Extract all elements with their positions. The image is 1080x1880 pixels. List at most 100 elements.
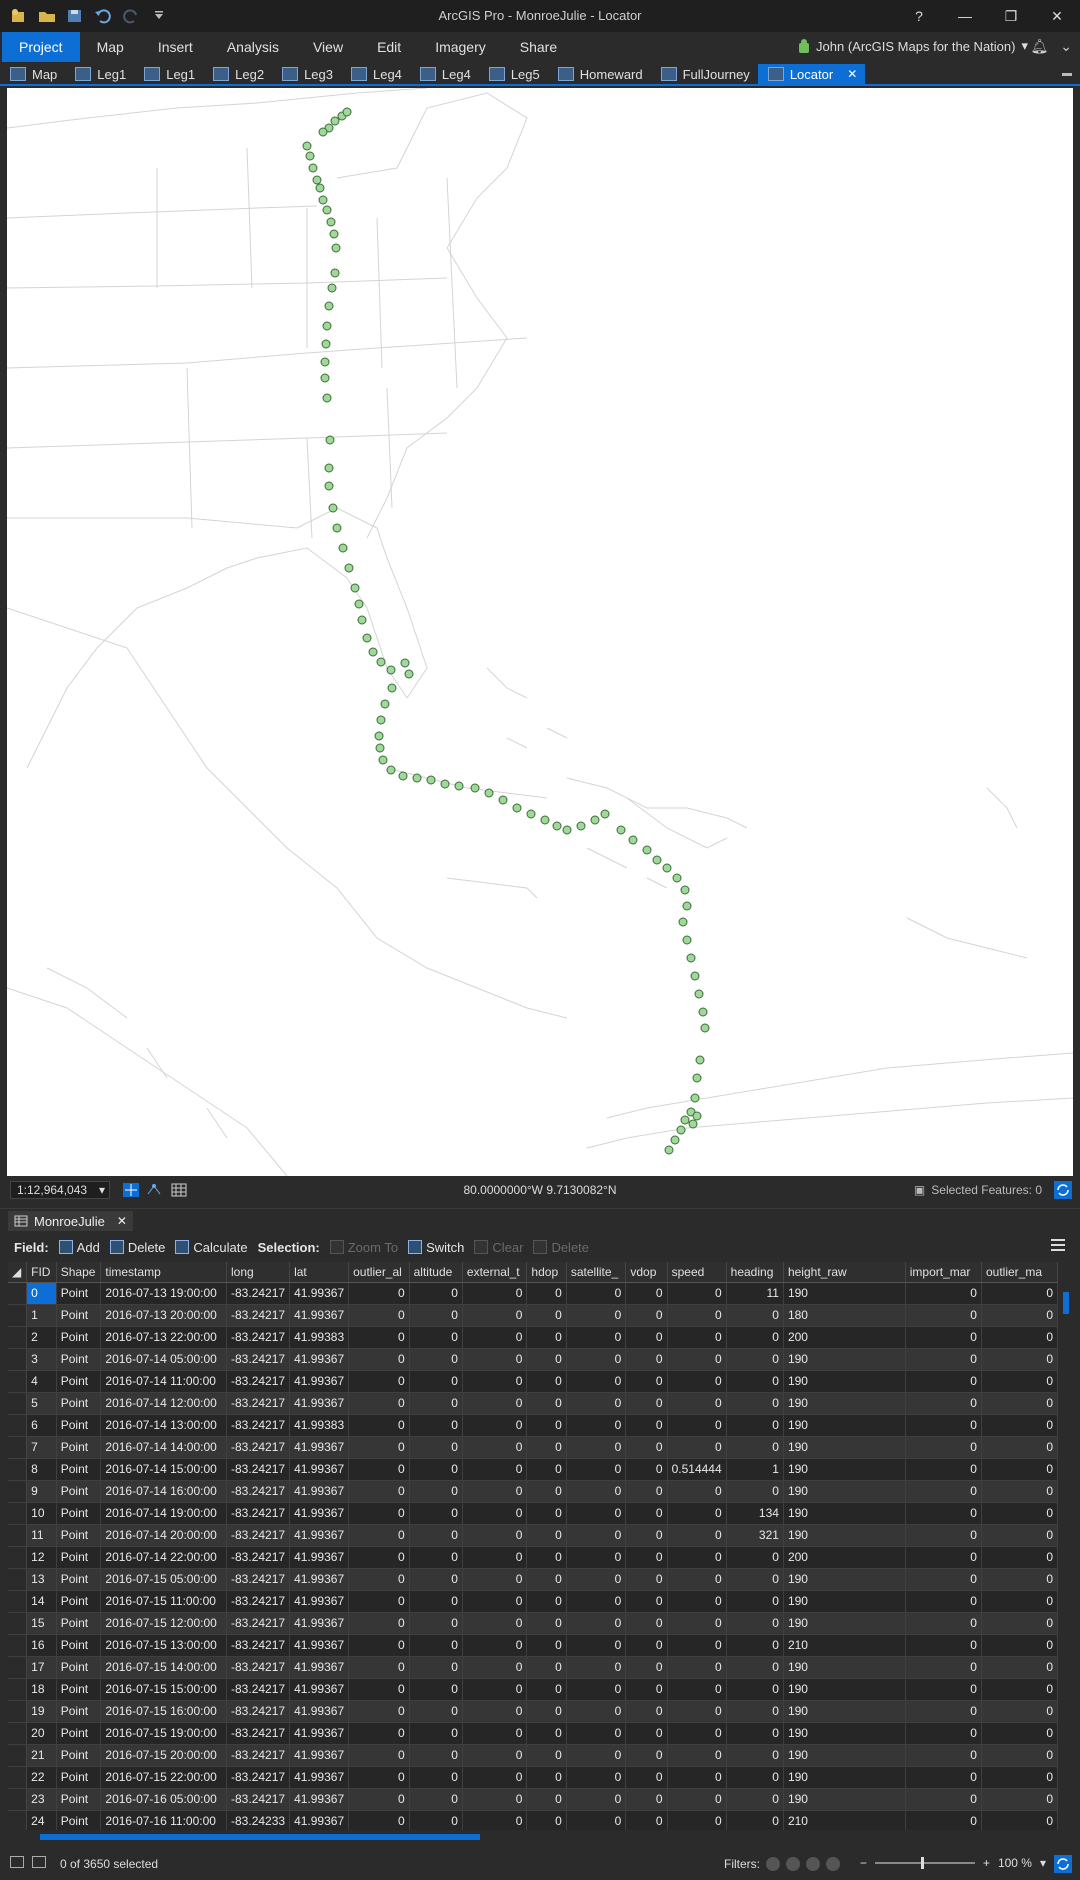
zoom-to-button[interactable]: Zoom To (329, 1240, 398, 1255)
column-header-satellite-[interactable]: satellite_ (566, 1262, 627, 1283)
view-tab-map[interactable]: Map (0, 64, 65, 84)
row-selector[interactable] (8, 1304, 28, 1327)
table-row[interactable]: 9 Point 2016-07-14 16:00:00 -83.24217 41.993… (8, 1480, 1058, 1503)
table-cell[interactable]: 0 (905, 1304, 982, 1327)
table-cell[interactable]: 0 (625, 1766, 668, 1789)
table-cell[interactable]: 0 (667, 1282, 727, 1305)
table-cell[interactable]: 190 (783, 1458, 906, 1481)
table-cell[interactable]: 0 (462, 1810, 528, 1830)
table-cell[interactable]: 0 (409, 1612, 463, 1635)
zoom-in-icon[interactable]: + (983, 1856, 990, 1870)
table-cell[interactable]: 41.99367 (289, 1502, 350, 1525)
table-cell[interactable]: 0 (348, 1326, 410, 1349)
table-row[interactable]: 8 Point 2016-07-14 15:00:00 -83.24217 41.993… (8, 1458, 1058, 1481)
select-all-corner[interactable]: ◢ (8, 1262, 28, 1283)
table-cell[interactable]: 0 (667, 1634, 727, 1657)
table-cell[interactable]: 0 (526, 1700, 567, 1723)
table-cell[interactable]: 0 (526, 1436, 567, 1459)
table-cell[interactable]: 2016-07-14 19:00:00 (100, 1502, 228, 1525)
table-cell[interactable]: 0 (726, 1656, 784, 1679)
table-cell[interactable]: 0 (981, 1348, 1058, 1371)
table-cell[interactable]: 0 (625, 1634, 668, 1657)
table-cell[interactable]: 0 (462, 1678, 528, 1701)
zoom-slider[interactable] (874, 1857, 975, 1869)
chevron-down-icon[interactable]: ▾ (1040, 1856, 1046, 1870)
table-cell[interactable]: 0 (667, 1326, 727, 1349)
table-cell[interactable]: 0 (348, 1546, 410, 1569)
table-cell[interactable]: 0 (667, 1568, 727, 1591)
row-selector[interactable] (8, 1634, 28, 1657)
table-cell[interactable]: 22 (26, 1766, 57, 1789)
table-cell[interactable]: 0 (462, 1458, 528, 1481)
table-cell[interactable]: 0 (905, 1348, 982, 1371)
row-selector[interactable] (8, 1810, 28, 1830)
tab-insert[interactable]: Insert (141, 32, 210, 62)
map-canvas[interactable] (7, 88, 1073, 1176)
table-cell[interactable]: 0 (526, 1414, 567, 1437)
table-cell[interactable]: 0 (462, 1304, 528, 1327)
table-cell[interactable]: 0 (726, 1414, 784, 1437)
column-header-vdop[interactable]: vdop (625, 1262, 668, 1283)
table-cell[interactable]: 0 (981, 1788, 1058, 1811)
table-cell[interactable]: 0 (566, 1502, 627, 1525)
table-cell[interactable]: 0 (526, 1304, 567, 1327)
table-cell[interactable]: 0 (462, 1436, 528, 1459)
table-cell[interactable]: 0 (667, 1436, 727, 1459)
table-cell[interactable]: 0 (526, 1568, 567, 1591)
table-cell[interactable]: 0 (905, 1766, 982, 1789)
table-cell[interactable]: 0 (667, 1304, 727, 1327)
table-cell[interactable]: 0 (625, 1524, 668, 1547)
scale-selector[interactable]: 1:12,964,043 ▾ (10, 1181, 110, 1199)
table-cell[interactable]: 21 (26, 1744, 57, 1767)
table-cell[interactable]: 0 (667, 1744, 727, 1767)
table-cell[interactable]: Point (56, 1744, 102, 1767)
column-header-outlier-ma[interactable]: outlier_ma (981, 1262, 1058, 1283)
table-cell[interactable]: 0 (726, 1370, 784, 1393)
table-cell[interactable]: 0 (462, 1722, 528, 1745)
table-cell[interactable]: 0 (348, 1744, 410, 1767)
table-cell[interactable]: 0 (462, 1568, 528, 1591)
table-cell[interactable]: 0 (348, 1436, 410, 1459)
table-cell[interactable]: 0 (409, 1700, 463, 1723)
table-cell[interactable]: 0 (981, 1392, 1058, 1415)
switch-selection-button[interactable]: Switch (408, 1240, 464, 1255)
table-cell[interactable]: -83.24217 (226, 1304, 291, 1327)
table-cell[interactable]: 0 (905, 1480, 982, 1503)
table-row[interactable]: 2 Point 2016-07-13 22:00:00 -83.24217 41.993… (8, 1326, 1058, 1349)
table-cell[interactable]: 2016-07-15 20:00:00 (100, 1744, 228, 1767)
table-cell[interactable]: 0 (625, 1348, 668, 1371)
close-tab-icon[interactable]: ✕ (117, 1214, 127, 1228)
table-cell[interactable]: -83.24217 (226, 1590, 291, 1613)
table-cell[interactable]: -83.24217 (226, 1282, 291, 1305)
table-cell[interactable]: 41.99367 (289, 1788, 350, 1811)
row-selector[interactable] (8, 1480, 28, 1503)
vertical-scroll-thumb[interactable] (1063, 1292, 1069, 1314)
row-selector[interactable] (8, 1546, 28, 1569)
table-cell[interactable]: 0 (625, 1744, 668, 1767)
row-selector[interactable] (8, 1348, 28, 1371)
view-tab-leg2[interactable]: Leg2 (203, 64, 272, 84)
table-cell[interactable]: 0 (905, 1788, 982, 1811)
filter-definition-icon[interactable] (826, 1857, 840, 1871)
table-cell[interactable]: 2016-07-15 15:00:00 (100, 1678, 228, 1701)
table-cell[interactable]: 0 (566, 1480, 627, 1503)
table-cell[interactable]: 190 (783, 1612, 906, 1635)
grid-icon[interactable] (170, 1182, 188, 1198)
column-header-hdop[interactable]: hdop (526, 1262, 567, 1283)
table-cell[interactable]: 0 (348, 1700, 410, 1723)
table-cell[interactable]: -83.24217 (226, 1700, 291, 1723)
table-cell[interactable]: 0 (26, 1282, 57, 1305)
table-cell[interactable]: 0 (981, 1458, 1058, 1481)
restore-button[interactable]: ❐ (988, 0, 1034, 32)
table-cell[interactable]: -83.24233 (226, 1810, 291, 1830)
table-cell[interactable]: 0 (981, 1282, 1058, 1305)
table-cell[interactable]: 0 (667, 1700, 727, 1723)
row-selector[interactable] (8, 1502, 28, 1525)
table-cell[interactable]: 0 (409, 1568, 463, 1591)
table-cell[interactable]: 190 (783, 1656, 906, 1679)
table-cell[interactable]: 200 (783, 1326, 906, 1349)
table-cell[interactable]: 0 (625, 1436, 668, 1459)
table-cell[interactable]: 0 (667, 1590, 727, 1613)
table-cell[interactable]: 0 (526, 1546, 567, 1569)
table-row[interactable]: 3 Point 2016-07-14 05:00:00 -83.24217 41.993… (8, 1348, 1058, 1371)
